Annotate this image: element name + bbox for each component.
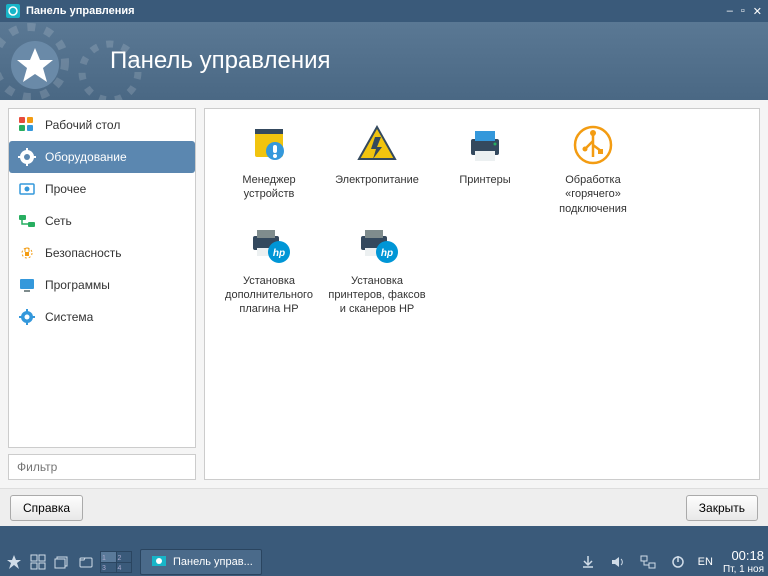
hp-setup-icon: hp (355, 224, 399, 268)
grid-item-label: Обработка «горячего» подключения (541, 173, 645, 216)
sidebar-item-label: Программы (45, 278, 110, 292)
grid-item-label: Установка принтеров, факсов и сканеров H… (325, 274, 429, 317)
clock-time: 00:18 (723, 549, 764, 563)
close-button[interactable]: Закрыть (686, 495, 758, 521)
workspace-pager[interactable]: 1 2 3 4 (100, 551, 132, 573)
close-window-button[interactable]: ✕ (753, 5, 762, 18)
help-button[interactable]: Справка (10, 495, 83, 521)
network-icon (17, 211, 37, 231)
system-icon (17, 307, 37, 327)
star-badge-icon (10, 40, 60, 90)
header-title: Панель управления (110, 47, 330, 75)
sidebar-item-other[interactable]: Прочее (9, 173, 195, 205)
task-label: Панель управ... (173, 556, 253, 568)
sidebar-item-hardware[interactable]: Оборудование (9, 141, 195, 173)
minimize-button[interactable]: – (727, 5, 733, 18)
svg-text:hp: hp (273, 248, 285, 259)
start-menu-icon[interactable] (4, 552, 24, 572)
pager-1[interactable]: 1 (101, 552, 116, 562)
grid-item-label: Электропитание (325, 173, 429, 187)
power-icon (355, 123, 399, 167)
sidebar-list: Рабочий стол Оборудование Прочее (8, 108, 196, 448)
window-icon (6, 4, 20, 18)
sidebar-item-label: Система (45, 310, 93, 324)
pager-2[interactable]: 2 (117, 552, 132, 562)
sidebar-item-network[interactable]: Сеть (9, 205, 195, 237)
taskbar-clock[interactable]: 00:18 Пт, 1 ноя (723, 549, 764, 574)
header-banner: Панель управления (0, 22, 768, 100)
sidebar: Рабочий стол Оборудование Прочее (8, 108, 196, 480)
window-titlebar: Панель управления – ▫ ✕ (0, 0, 768, 22)
taskbar: 1 2 3 4 Панель управ... EN 00:18 Пт, 1 н… (0, 548, 768, 576)
hardware-icon (17, 147, 37, 167)
sidebar-item-label: Безопасность (45, 246, 122, 260)
grid-item-device-manager[interactable]: Менеджер устройств (215, 119, 323, 220)
grid-item-hp-plugin[interactable]: hp Установка дополнительного плагина HP (215, 220, 323, 321)
sidebar-item-label: Прочее (45, 182, 86, 196)
task-icon (149, 552, 169, 572)
file-manager-icon[interactable] (76, 552, 96, 572)
device-manager-icon (247, 123, 291, 167)
window-title: Панель управления (26, 5, 727, 17)
main-area: Рабочий стол Оборудование Прочее (0, 100, 768, 488)
hp-plugin-icon: hp (247, 224, 291, 268)
grid-item-label: Установка дополнительного плагина HP (217, 274, 321, 317)
desktop-icon (17, 115, 37, 135)
sidebar-item-label: Рабочий стол (45, 118, 120, 132)
sidebar-item-label: Сеть (45, 214, 72, 228)
pager-3[interactable]: 3 (101, 563, 116, 573)
maximize-button[interactable]: ▫ (741, 5, 745, 18)
content-grid: Менеджер устройств Электропитание Принте… (204, 108, 760, 480)
show-desktop-icon[interactable] (28, 552, 48, 572)
sidebar-item-system[interactable]: Система (9, 301, 195, 333)
svg-text:hp: hp (381, 248, 393, 259)
tray-download-icon[interactable] (578, 552, 598, 572)
tray-volume-icon[interactable] (608, 552, 628, 572)
grid-item-label: Менеджер устройств (217, 173, 321, 202)
sidebar-item-desktop[interactable]: Рабочий стол (9, 109, 195, 141)
tray-network-icon[interactable] (638, 552, 658, 572)
window-body: Рабочий стол Оборудование Прочее (0, 100, 768, 526)
sidebar-item-security[interactable]: Безопасность (9, 237, 195, 269)
grid-item-power[interactable]: Электропитание (323, 119, 431, 220)
sidebar-item-programs[interactable]: Программы (9, 269, 195, 301)
pager-4[interactable]: 4 (117, 563, 132, 573)
taskbar-task-control-panel[interactable]: Панель управ... (140, 549, 262, 575)
sidebar-item-label: Оборудование (45, 150, 127, 164)
security-icon (17, 243, 37, 263)
clock-date: Пт, 1 ноя (723, 564, 764, 575)
footer-bar: Справка Закрыть (0, 488, 768, 526)
other-icon (17, 179, 37, 199)
programs-icon (17, 275, 37, 295)
grid-item-label: Принтеры (433, 173, 537, 187)
usb-icon (571, 123, 615, 167)
printer-icon (463, 123, 507, 167)
filter-input[interactable] (8, 454, 196, 480)
grid-item-printers[interactable]: Принтеры (431, 119, 539, 220)
grid-item-hotplug[interactable]: Обработка «горячего» подключения (539, 119, 647, 220)
windows-icon[interactable] (52, 552, 72, 572)
grid-item-hp-setup[interactable]: hp Установка принтеров, факсов и сканеро… (323, 220, 431, 321)
keyboard-layout[interactable]: EN (698, 556, 713, 568)
tray-power-icon[interactable] (668, 552, 688, 572)
